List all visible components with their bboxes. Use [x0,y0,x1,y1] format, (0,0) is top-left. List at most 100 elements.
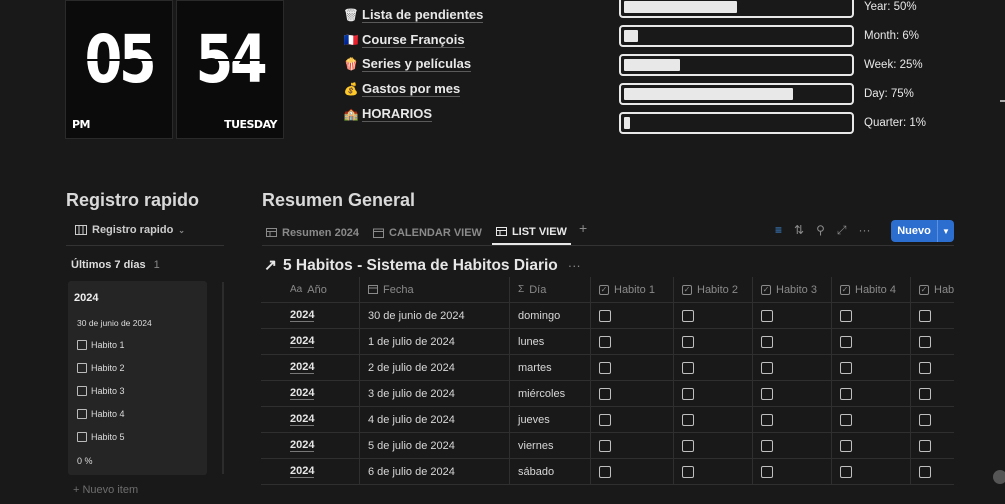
checkbox-icon [77,340,87,350]
year-cell[interactable]: 2024 [261,459,360,484]
tab-list-view[interactable]: LIST VIEW [491,220,571,245]
card-habit[interactable]: Habito 4 [77,409,125,419]
column-header-habito-3[interactable]: ✓ Habito 3 [753,277,832,302]
checkbox[interactable] [682,413,694,426]
date-cell[interactable]: 1 de julio de 2024 [360,329,510,354]
card-habit[interactable]: Habito 3 [77,386,125,396]
checkbox[interactable] [840,335,852,348]
table-row[interactable]: 2024 4 de julio de 2024 jueves [261,407,954,433]
checkbox[interactable] [682,387,694,400]
add-view-icon[interactable]: + [579,220,587,236]
checkbox[interactable] [682,361,694,374]
expand-icon[interactable]: ⤢ [837,223,847,238]
database-title[interactable]: ↗ 5 Habitos - Sistema de Habitos Diario … [264,256,581,275]
checkbox[interactable] [599,309,611,322]
table-row[interactable]: 2024 6 de julio de 2024 sábado [261,459,954,485]
new-item-button[interactable]: + Nuevo item [73,484,138,496]
checkbox[interactable] [761,465,773,478]
checkbox[interactable] [840,387,852,400]
board-card[interactable]: 2024 30 de junio de 2024 Habito 1 Habito… [68,281,207,475]
year-cell[interactable]: 2024 [261,381,360,406]
year-cell[interactable]: 2024 [261,329,360,354]
checkbox[interactable] [919,413,931,426]
chevron-down-icon[interactable]: ▼ [937,220,954,242]
card-habit[interactable]: Habito 2 [77,363,125,373]
checkbox[interactable] [761,335,773,348]
date-cell[interactable]: 3 de julio de 2024 [360,381,510,406]
link-gastos-mes[interactable]: 💰 Gastos por mes [343,77,483,102]
checkbox[interactable] [840,309,852,322]
column-header-habito-2[interactable]: ✓ Habito 2 [674,277,753,302]
card-habit[interactable]: Habito 5 [77,432,125,442]
checkbox[interactable] [919,465,931,478]
card-habit[interactable]: Habito 1 [77,340,125,350]
checkbox[interactable] [919,309,931,322]
column-header-habito-5[interactable]: ✓ Hab [911,277,954,302]
formula-icon: Σ [518,284,525,295]
table-row[interactable]: 2024 3 de julio de 2024 miércoles [261,381,954,407]
date-cell[interactable]: 5 de julio de 2024 [360,433,510,458]
table-row[interactable]: 2024 30 de junio de 2024 domingo [261,303,954,329]
registro-view-selector[interactable]: Registro rapido ⌄ [75,224,185,236]
table-row[interactable]: 2024 1 de julio de 2024 lunes [261,329,954,355]
checkbox[interactable] [761,387,773,400]
checkbox[interactable] [599,465,611,478]
table-row[interactable]: 2024 2 de julio de 2024 martes [261,355,954,381]
column-header-habito-4[interactable]: ✓ Habito 4 [832,277,911,302]
checkbox[interactable] [919,335,931,348]
checkbox[interactable] [599,413,611,426]
checkbox[interactable] [682,439,694,452]
checkbox[interactable] [682,335,694,348]
checkbox[interactable] [840,413,852,426]
year-cell[interactable]: 2024 [261,407,360,432]
year-cell[interactable]: 2024 [261,303,360,328]
new-button[interactable]: Nuevo ▼ [891,220,954,242]
checkbox[interactable] [599,439,611,452]
more-icon[interactable]: ··· [858,223,870,238]
tab-calendar-view[interactable]: CALENDAR VIEW [369,220,486,245]
column-header-habito-1[interactable]: ✓ Habito 1 [591,277,674,302]
date-cell[interactable]: 2 de julio de 2024 [360,355,510,380]
year-cell[interactable]: 2024 [261,355,360,380]
table-row[interactable]: 2024 5 de julio de 2024 viernes [261,433,954,459]
link-horarios[interactable]: 🏫 HORARIOS [343,101,483,126]
column-header-year[interactable]: Aa Año [261,277,360,302]
link-series-peliculas[interactable]: 🍿 Series y películas [343,52,483,77]
column-header-date[interactable]: Fecha [360,277,510,302]
checkbox[interactable] [682,465,694,478]
checkbox[interactable] [840,465,852,478]
checkbox[interactable] [761,309,773,322]
sort-icon[interactable]: ⇅ [794,223,804,238]
more-icon[interactable]: ··· [568,258,581,273]
habit-cell [832,433,911,458]
checkbox[interactable] [682,309,694,322]
checkbox[interactable] [599,361,611,374]
group-header[interactable]: Últimos 7 días 1 [71,259,160,271]
checkbox[interactable] [919,361,931,374]
checkbox[interactable] [840,361,852,374]
checkbox-icon [77,432,87,442]
tab-resumen-2024[interactable]: Resumen 2024 [262,220,363,245]
habit-cell [674,355,753,380]
checkbox[interactable] [840,439,852,452]
flip-clock: 05 PM 54 TUESDAY [65,0,284,139]
date-cell[interactable]: 4 de julio de 2024 [360,407,510,432]
filter-icon[interactable]: ≡ [775,223,782,238]
checkbox[interactable] [919,439,931,452]
column-header-day[interactable]: Σ Día [510,277,591,302]
checkbox[interactable] [761,361,773,374]
clock-minute-card: 54 TUESDAY [176,0,284,139]
year-cell[interactable]: 2024 [261,433,360,458]
date-cell[interactable]: 6 de julio de 2024 [360,459,510,484]
date-cell[interactable]: 30 de junio de 2024 [360,303,510,328]
checkbox[interactable] [761,413,773,426]
checkbox[interactable] [599,335,611,348]
search-icon[interactable]: ⚲ [816,223,825,238]
link-lista-pendientes[interactable]: 🗑 Lista de pendientes [343,3,484,28]
scroll-indicator[interactable] [993,470,1005,484]
checkbox[interactable] [919,387,931,400]
checkbox[interactable] [599,387,611,400]
checkbox[interactable] [761,439,773,452]
link-course-francois[interactable]: 🇫🇷 Course François [343,28,483,53]
day-cell: lunes [510,329,591,354]
